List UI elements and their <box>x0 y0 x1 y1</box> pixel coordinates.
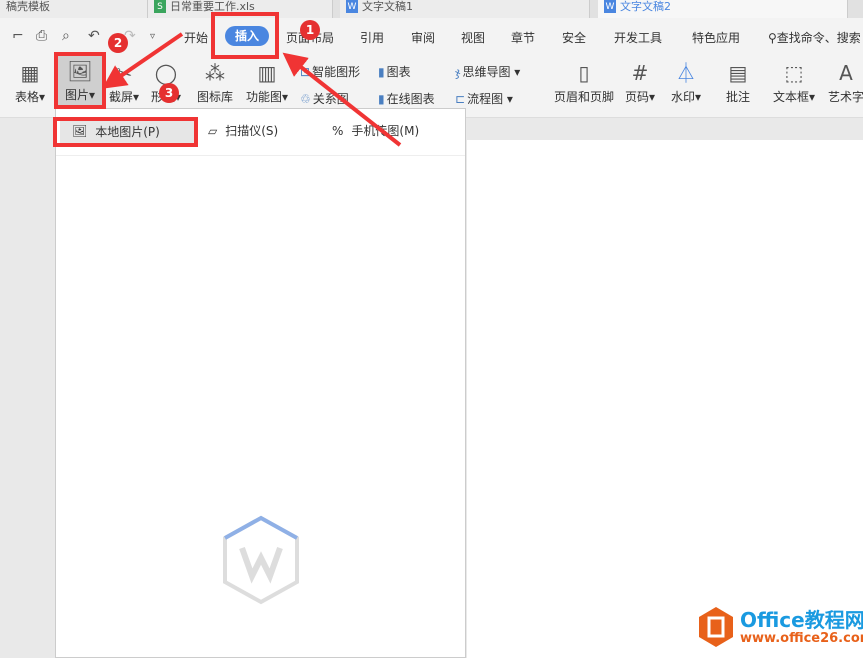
step-badge-3: 3 <box>159 83 179 103</box>
annotation-arrows <box>102 32 402 147</box>
step-badge-2: 2 <box>108 33 128 53</box>
step-badge-1: 1 <box>300 20 320 40</box>
office-logo-icon <box>699 607 733 647</box>
office26-watermark: Office教程网 www.office26.com <box>698 606 863 648</box>
